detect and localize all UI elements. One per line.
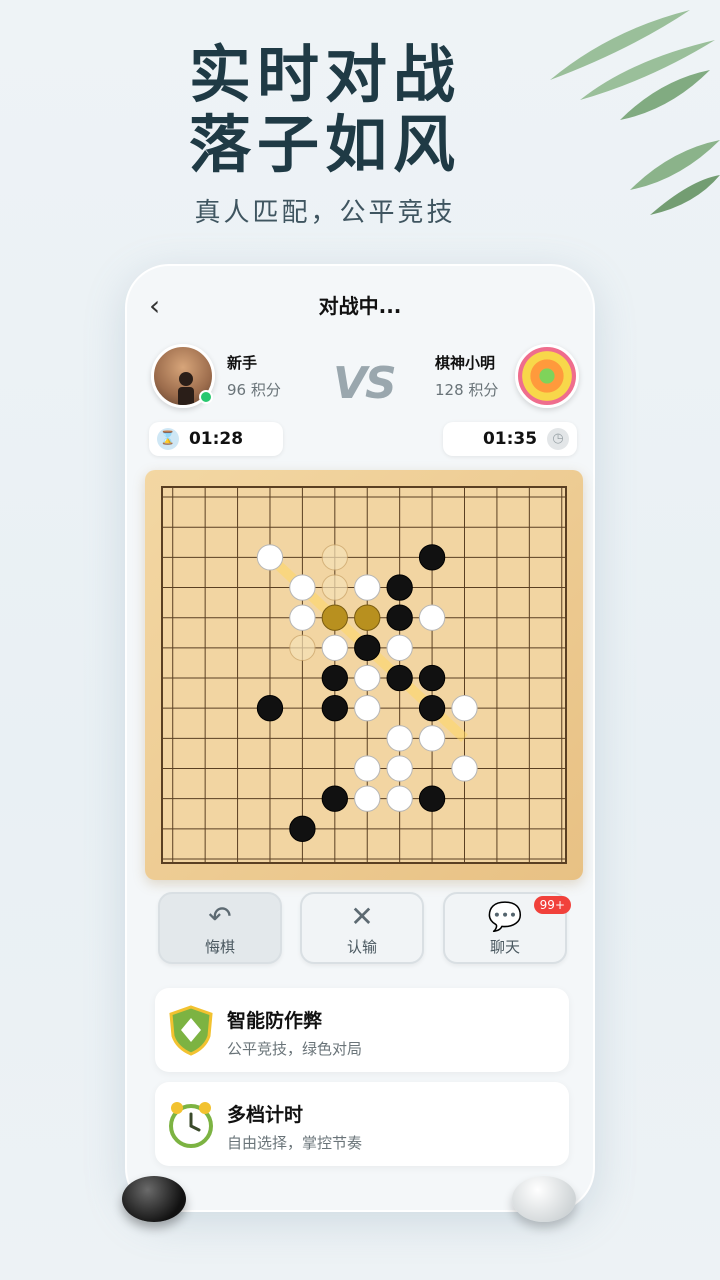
- close-icon: ✕: [350, 900, 374, 933]
- white-stone: [354, 695, 381, 722]
- timer-left: ⌛ 01:28: [149, 422, 283, 456]
- faint-stone: [289, 634, 316, 662]
- white-stone: [386, 755, 413, 782]
- player-left: 新手 96 积分: [151, 344, 281, 410]
- chat-badge: 99+: [533, 896, 571, 914]
- white-stone: [386, 634, 413, 662]
- black-stone: [289, 815, 316, 842]
- black-stone: [418, 664, 446, 692]
- hourglass-icon: ⌛: [157, 428, 179, 450]
- timer-right: 01:35 ◷: [443, 422, 577, 456]
- white-stone: [256, 544, 284, 571]
- white-stone: [451, 755, 478, 782]
- black-stone: [321, 664, 348, 692]
- alarm-clock-icon: [169, 1102, 213, 1148]
- player-left-score: 96 积分: [227, 381, 281, 399]
- white-stone: [354, 755, 381, 782]
- gold-stone: [354, 604, 381, 631]
- board-frame: [145, 470, 583, 880]
- white-stone: [418, 604, 446, 631]
- player-right-name: 棋神小明: [435, 354, 496, 372]
- white-stone: [321, 634, 348, 662]
- feature-title: 智能防作弊: [227, 1010, 323, 1032]
- black-stone-bowl: [122, 1176, 186, 1222]
- hero-title-line2: 落子如风: [188, 108, 461, 181]
- black-stone: [418, 695, 446, 722]
- resign-label: 认输: [346, 938, 377, 956]
- bamboo-leaf-decoration: [550, 10, 720, 215]
- chat-button[interactable]: 💬 聊天 99+: [443, 892, 571, 964]
- white-stone: [354, 664, 381, 692]
- white-stone: [289, 604, 316, 631]
- feature-card-anticheat: 智能防作弊 公平竞技，绿色对局: [155, 988, 569, 1072]
- faint-stone: [321, 544, 348, 571]
- hero-title-line1: 实时对战: [188, 38, 461, 111]
- page-title: 对战中...: [318, 294, 402, 318]
- feature-card-timer: 多档计时 自由选择，掌控节奏: [155, 1082, 569, 1166]
- gold-stone: [321, 604, 348, 631]
- white-stone: [418, 725, 446, 752]
- white-stone: [289, 574, 316, 601]
- black-stone: [354, 634, 381, 662]
- feature-title: 多档计时: [227, 1104, 304, 1126]
- black-stone: [386, 574, 413, 601]
- shield-icon: [169, 1005, 213, 1056]
- black-stone: [386, 664, 413, 692]
- black-stone: [321, 695, 348, 722]
- clock-icon: ◷: [547, 428, 569, 450]
- top-bar: ‹ 对战中...: [127, 288, 593, 324]
- timer-right-value: 01:35: [482, 429, 538, 449]
- undo-label: 悔棋: [204, 938, 235, 956]
- player-left-name: 新手: [227, 354, 258, 372]
- white-stone: [386, 785, 413, 812]
- timer-left-value: 01:28: [188, 429, 244, 449]
- white-stone: [354, 785, 381, 812]
- phone-frame: ‹ 对战中... 新手 96 积分 VS 棋神小明 128 积分 ⌛ 01:28…: [125, 264, 595, 1212]
- resign-button[interactable]: ✕ 认输: [300, 892, 424, 964]
- avatar-right[interactable]: [515, 344, 579, 408]
- black-stone: [256, 695, 284, 722]
- white-stone: [386, 725, 413, 752]
- vs-label: VS: [333, 358, 397, 409]
- black-stone: [418, 544, 446, 571]
- black-stone: [321, 785, 348, 812]
- undo-icon: ↶: [208, 900, 232, 933]
- white-stone: [354, 574, 381, 601]
- faint-stone: [321, 574, 348, 601]
- board-grid[interactable]: [163, 488, 565, 862]
- white-stone: [451, 695, 478, 722]
- feature-subtitle: 自由选择，掌控节奏: [227, 1134, 363, 1152]
- black-stone: [418, 785, 446, 812]
- white-stone-bowl: [512, 1176, 576, 1222]
- chat-label: 聊天: [489, 938, 520, 956]
- gomoku-board[interactable]: [161, 486, 567, 864]
- black-stone: [386, 604, 413, 631]
- player-right-score: 128 积分: [435, 381, 499, 399]
- feature-subtitle: 公平竞技，绿色对局: [227, 1040, 363, 1058]
- undo-button[interactable]: ↶ 悔棋: [158, 892, 282, 964]
- online-status-dot: [199, 390, 213, 404]
